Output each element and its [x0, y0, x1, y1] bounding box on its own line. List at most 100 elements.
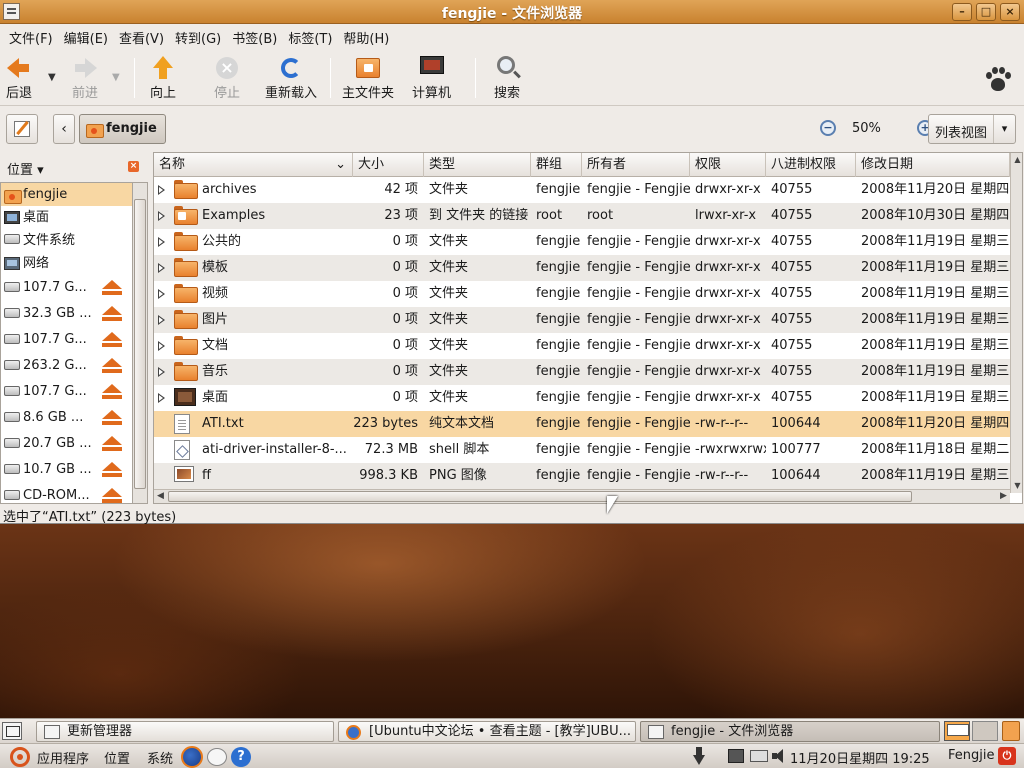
sidebar-scrollbar[interactable] — [132, 182, 148, 504]
column-header-permissions[interactable]: 权限 — [690, 153, 766, 177]
expander-arrow-icon[interactable] — [158, 263, 165, 273]
table-row[interactable]: 视频 0 项文件夹 fengjie fengjie - Fengjie drwxr-xr… — [154, 281, 1010, 307]
sidebar-item-volume[interactable]: 263.2 G... — [1, 353, 132, 379]
sidebar-pane-selector[interactable]: 位置 ▾ — [0, 152, 148, 180]
window-titlebar[interactable]: fengjie - 文件浏览器 – □ × — [0, 0, 1024, 24]
file-list-horizontal-scrollbar[interactable]: ◀ ▶ — [154, 489, 1010, 503]
expander-arrow-icon[interactable] — [158, 211, 165, 221]
sidebar-close-icon[interactable]: × — [128, 161, 139, 172]
task-firefox[interactable]: [Ubuntu中文论坛 • 查看主题 - [教学]UBU... — [338, 721, 636, 742]
path-crumb-fengjie[interactable]: fengjie — [79, 114, 166, 144]
expander-arrow-icon[interactable] — [158, 341, 165, 351]
table-row[interactable]: archives 42 项文件夹 fengjie fengjie - Fengjie d… — [154, 177, 1010, 203]
system-menu[interactable]: 系统 — [147, 748, 173, 767]
sidebar-item-filesystem[interactable]: 文件系统 — [1, 229, 132, 252]
eject-icon[interactable] — [102, 384, 122, 400]
horizontal-scrollbar-thumb[interactable] — [168, 491, 912, 502]
eject-icon[interactable] — [102, 488, 122, 503]
table-row[interactable]: ATI.txt 223 bytes 纯文本文档 fengjie fengjie - Fe… — [154, 411, 1010, 437]
mail-launcher-icon[interactable] — [207, 748, 227, 766]
expander-arrow-icon[interactable] — [158, 289, 165, 299]
table-row[interactable]: 音乐 0 项文件夹 fengjie fengjie - Fengjie drwxr-xr… — [154, 359, 1010, 385]
workspace-1[interactable] — [944, 721, 970, 741]
file-list-vertical-scrollbar[interactable]: ▲ ▼ — [1010, 153, 1022, 493]
forward-button[interactable]: 前进 — [72, 56, 98, 101]
menu-bookmarks[interactable]: 书签(B) — [227, 24, 282, 48]
minimize-button[interactable]: – — [952, 3, 972, 21]
maximize-button[interactable]: □ — [976, 3, 996, 21]
eject-icon[interactable] — [102, 436, 122, 452]
scroll-left-icon[interactable]: ◀ — [154, 490, 167, 503]
stop-button[interactable]: × 停止 — [214, 56, 240, 101]
forward-history-dropdown[interactable]: ▼ — [112, 72, 120, 83]
eject-icon[interactable] — [102, 280, 122, 296]
column-header-modified[interactable]: 修改日期 — [856, 153, 1010, 177]
expander-arrow-icon[interactable] — [158, 315, 165, 325]
zoom-level[interactable]: 50% — [852, 121, 881, 136]
sidebar-item-desktop[interactable]: 桌面 — [1, 206, 132, 229]
column-header-size[interactable]: 大小 — [353, 153, 424, 177]
places-menu[interactable]: 位置 — [104, 748, 130, 767]
expander-arrow-icon[interactable] — [158, 185, 165, 195]
volume-icon[interactable] — [772, 749, 786, 763]
update-notification-icon[interactable] — [690, 747, 708, 767]
sidebar-item-volume[interactable]: 107.7 G... — [1, 379, 132, 405]
sidebar-scrollbar-thumb[interactable] — [134, 199, 146, 489]
zoom-out-icon[interactable]: − — [820, 120, 836, 136]
clock[interactable]: 11月20日星期四 19:25 — [790, 748, 930, 767]
reload-button[interactable]: 重新载入 — [265, 56, 317, 101]
computer-button[interactable]: 计算机 — [412, 56, 451, 101]
column-header-name[interactable]: 名称 ⌄ — [154, 153, 353, 177]
sidebar-item-volume[interactable]: CD-ROM... — [1, 483, 132, 503]
table-row[interactable]: 图片 0 项文件夹 fengjie fengjie - Fengjie drwxr-xr… — [154, 307, 1010, 333]
power-icon[interactable]: ⏻ — [998, 747, 1016, 765]
firefox-launcher-icon[interactable] — [181, 746, 203, 768]
menu-view[interactable]: 查看(V) — [114, 24, 169, 48]
toggle-location-entry-button[interactable] — [6, 114, 38, 144]
scroll-up-icon[interactable]: ▲ — [1011, 153, 1022, 167]
column-header-octal[interactable]: 八进制权限 — [766, 153, 856, 177]
sidebar-item-network[interactable]: 网络 — [1, 252, 132, 275]
eject-icon[interactable] — [102, 410, 122, 426]
show-desktop-icon[interactable] — [2, 722, 22, 740]
column-header-type[interactable]: 类型 — [424, 153, 531, 177]
menu-help[interactable]: 帮助(H) — [338, 24, 394, 48]
path-bar-back-button[interactable]: ‹ — [53, 114, 75, 144]
scroll-right-icon[interactable]: ▶ — [997, 490, 1010, 503]
table-row[interactable]: ati-driver-installer-8-... 72.3 MB shell 脚… — [154, 437, 1010, 463]
eject-icon[interactable] — [102, 462, 122, 478]
column-header-owner[interactable]: 所有者 — [582, 153, 690, 177]
home-button[interactable]: 主文件夹 — [342, 56, 394, 101]
table-row[interactable]: 文档 0 项文件夹 fengjie fengjie - Fengjie drwxr-xr… — [154, 333, 1010, 359]
back-button[interactable]: 后退 — [6, 56, 32, 101]
table-row[interactable]: 公共的 0 项文件夹 fengjie fengjie - Fengjie drwxr-x… — [154, 229, 1010, 255]
sidebar-item-volume[interactable]: 10.7 GB ... — [1, 457, 132, 483]
task-update-manager[interactable]: 更新管理器 — [36, 721, 334, 742]
close-button[interactable]: × — [1000, 3, 1020, 21]
view-mode-select[interactable]: 列表视图 ▾ — [928, 114, 1016, 144]
sidebar-item-volume[interactable]: 107.7 G... — [1, 275, 132, 301]
workspace-2[interactable] — [972, 721, 998, 741]
user-switcher[interactable]: Fengjie — [948, 748, 994, 763]
sidebar-item-volume[interactable]: 107.7 G... — [1, 327, 132, 353]
menu-file[interactable]: 文件(F) — [4, 24, 58, 48]
up-button[interactable]: 向上 — [150, 56, 176, 101]
search-button[interactable]: 搜索 — [494, 56, 520, 101]
table-row[interactable]: 桌面 0 项文件夹 fengjie fengjie - Fengjie drwxr-xr… — [154, 385, 1010, 411]
sidebar-item-home[interactable]: fengjie — [1, 183, 132, 206]
expander-arrow-icon[interactable] — [158, 237, 165, 247]
back-history-dropdown[interactable]: ▼ — [48, 72, 56, 83]
expander-arrow-icon[interactable] — [158, 367, 165, 377]
eject-icon[interactable] — [102, 358, 122, 374]
scroll-down-icon[interactable]: ▼ — [1011, 479, 1022, 493]
menu-edit[interactable]: 编辑(E) — [59, 24, 113, 48]
eject-icon[interactable] — [102, 306, 122, 322]
sidebar-item-volume[interactable]: 20.7 GB ... — [1, 431, 132, 457]
column-header-group[interactable]: 群组 — [531, 153, 582, 177]
trash-icon[interactable] — [1002, 721, 1020, 741]
keyboard-icon[interactable] — [750, 750, 768, 762]
applications-menu[interactable]: 应用程序 — [37, 748, 89, 767]
sidebar-item-volume[interactable]: 32.3 GB ... — [1, 301, 132, 327]
table-row[interactable]: ff 998.3 KB PNG 图像 fengjie fengjie - Fengjie… — [154, 463, 1010, 489]
task-file-browser[interactable]: fengjie - 文件浏览器 — [640, 721, 940, 742]
